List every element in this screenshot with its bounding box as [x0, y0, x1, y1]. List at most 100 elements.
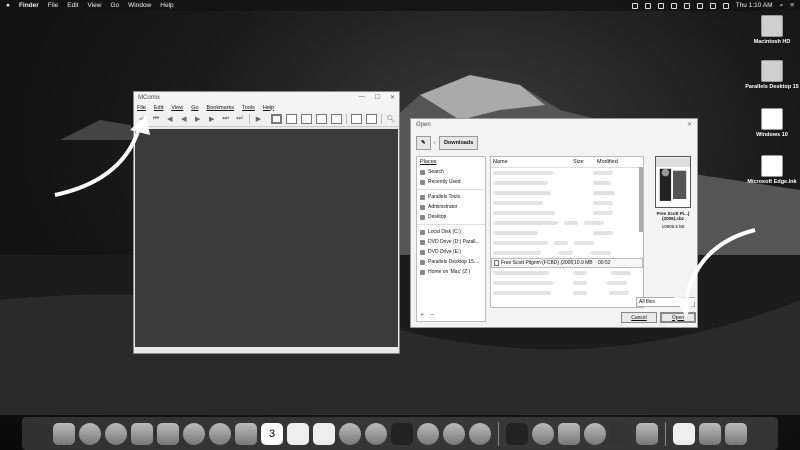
maximize-button[interactable]: ☐	[375, 94, 380, 101]
menu-view[interactable]: View	[88, 2, 102, 9]
lens-icon[interactable]: 🔍︎	[386, 114, 396, 124]
place-desktop[interactable]: Desktop	[417, 212, 485, 222]
file-row[interactable]	[491, 198, 643, 208]
minimize-button[interactable]: —	[359, 94, 365, 101]
status-icon[interactable]	[696, 2, 703, 9]
play-icon[interactable]: ▶	[254, 114, 264, 124]
trash-icon[interactable]	[725, 422, 747, 445]
file-row[interactable]	[491, 238, 643, 248]
fit-width-icon[interactable]	[286, 114, 298, 124]
file-row[interactable]	[491, 208, 643, 218]
place-recently-used[interactable]: Recently Used	[417, 177, 485, 187]
app-icon[interactable]	[584, 422, 606, 445]
photo-icon[interactable]	[131, 422, 153, 445]
place-home-mac[interactable]: Home on 'Mac' (Z:)	[417, 267, 485, 277]
downloads-folder-icon[interactable]	[699, 422, 721, 445]
photos-icon[interactable]	[209, 422, 231, 445]
status-icon[interactable]	[631, 2, 638, 9]
menu-view[interactable]: View	[171, 105, 183, 111]
double-page-icon[interactable]	[351, 114, 363, 124]
document-icon[interactable]	[673, 422, 695, 445]
remove-bookmark-button[interactable]: −	[430, 312, 434, 319]
close-icon[interactable]: ✕	[687, 121, 692, 128]
airplay-icon[interactable]	[709, 2, 716, 9]
news-icon[interactable]	[417, 422, 439, 445]
file-row-selected[interactable]: Free Scott Pilgrim (FCBD) (2006)... 10.9…	[491, 258, 643, 268]
close-button[interactable]: ✕	[390, 94, 395, 101]
previous-page-icon[interactable]: ◀	[165, 114, 175, 124]
previous-icon[interactable]: ◀	[179, 114, 189, 124]
place-local-disk[interactable]: Local Disk (C:)	[417, 227, 485, 237]
next-icon[interactable]: ▶	[193, 114, 203, 124]
status-icon[interactable]	[683, 2, 690, 9]
windows-icon[interactable]	[610, 422, 632, 445]
desktop-icon-edge[interactable]: Microsoft Edge.lnk	[737, 155, 800, 185]
mcomix-icon[interactable]	[636, 422, 658, 445]
file-row[interactable]	[491, 268, 643, 278]
manga-mode-icon[interactable]	[366, 114, 378, 124]
facetime-icon[interactable]	[157, 422, 179, 445]
place-parallels-desktop[interactable]: Parallels Desktop 15...	[417, 257, 485, 267]
menu-help[interactable]: Help	[263, 105, 274, 111]
battery-icon[interactable]	[722, 2, 729, 9]
menu-help[interactable]: Help	[160, 2, 173, 9]
last-page-icon[interactable]: ⏭	[221, 114, 231, 124]
add-bookmark-button[interactable]: +	[420, 312, 424, 319]
fit-height-icon[interactable]	[301, 114, 313, 124]
place-parallels-tools[interactable]: Parallels Tools	[417, 192, 485, 202]
notes-icon[interactable]	[313, 422, 335, 445]
edit-path-button[interactable]: ✎	[416, 136, 431, 150]
messages-icon[interactable]	[183, 422, 205, 445]
menu-tools[interactable]: Tools	[242, 105, 255, 111]
podcasts-icon[interactable]	[365, 422, 387, 445]
file-row[interactable]	[491, 278, 643, 288]
status-icon[interactable]	[657, 2, 664, 9]
status-icon[interactable]	[670, 2, 677, 9]
comic-canvas[interactable]	[135, 129, 398, 347]
status-icon[interactable]	[644, 2, 651, 9]
place-dvd-d[interactable]: DVD Drive (D:) Parall...	[417, 237, 485, 247]
dialog-title-bar[interactable]: Open ✕	[411, 119, 697, 130]
file-row[interactable]	[491, 188, 643, 198]
music-icon[interactable]	[339, 422, 361, 445]
reminders-icon[interactable]	[287, 422, 309, 445]
app-store-icon[interactable]	[443, 422, 465, 445]
desktop-icon-macintosh-hd[interactable]: Macintosh HD	[737, 15, 800, 45]
place-administrator[interactable]: Administrator	[417, 202, 485, 212]
fit-size-icon[interactable]	[316, 114, 328, 124]
column-size[interactable]: Size	[573, 159, 597, 165]
menu-bookmarks[interactable]: Bookmarks	[207, 105, 235, 111]
file-row[interactable]	[491, 248, 643, 258]
search-icon[interactable]: ⌕	[780, 2, 784, 10]
clock[interactable]: Thu 1:10 AM	[736, 2, 773, 9]
file-row[interactable]	[491, 178, 643, 188]
menu-go[interactable]: Go	[110, 2, 119, 9]
end-icon[interactable]: ⏭	[235, 114, 245, 124]
file-row[interactable]	[491, 288, 643, 298]
next-page-icon[interactable]: ▶	[207, 114, 217, 124]
cancel-button[interactable]: Cancel	[621, 312, 657, 323]
menu-edit[interactable]: Edit	[67, 2, 78, 9]
safari-icon[interactable]	[105, 422, 127, 445]
desktop-icon-parallels[interactable]: Parallels Desktop 15	[737, 60, 800, 90]
control-center-icon[interactable]: ≡	[790, 2, 794, 9]
column-modified[interactable]: Modified	[597, 159, 618, 165]
best-fit-icon[interactable]	[271, 114, 283, 124]
place-search[interactable]: Search	[417, 167, 485, 177]
finder-icon[interactable]	[53, 422, 75, 445]
menu-file[interactable]: File	[48, 2, 58, 9]
calendar-icon[interactable]: 3	[261, 422, 283, 445]
manual-zoom-icon[interactable]	[331, 114, 343, 124]
place-dvd-e[interactable]: DVD Drive (E:)	[417, 247, 485, 257]
desktop-icon-windows-10[interactable]: Windows 10	[737, 108, 800, 138]
scrollbar[interactable]	[639, 167, 643, 232]
menu-go[interactable]: Go	[191, 105, 198, 111]
file-row[interactable]	[491, 218, 643, 228]
file-row[interactable]	[491, 168, 643, 178]
tv-icon[interactable]	[391, 422, 413, 445]
system-preferences-icon[interactable]	[469, 422, 491, 445]
app-icon[interactable]	[558, 422, 580, 445]
title-bar[interactable]: MComix — ☐ ✕	[134, 92, 399, 103]
terminal-icon[interactable]	[506, 422, 528, 445]
scroll-left-icon[interactable]: ‹	[434, 140, 436, 147]
